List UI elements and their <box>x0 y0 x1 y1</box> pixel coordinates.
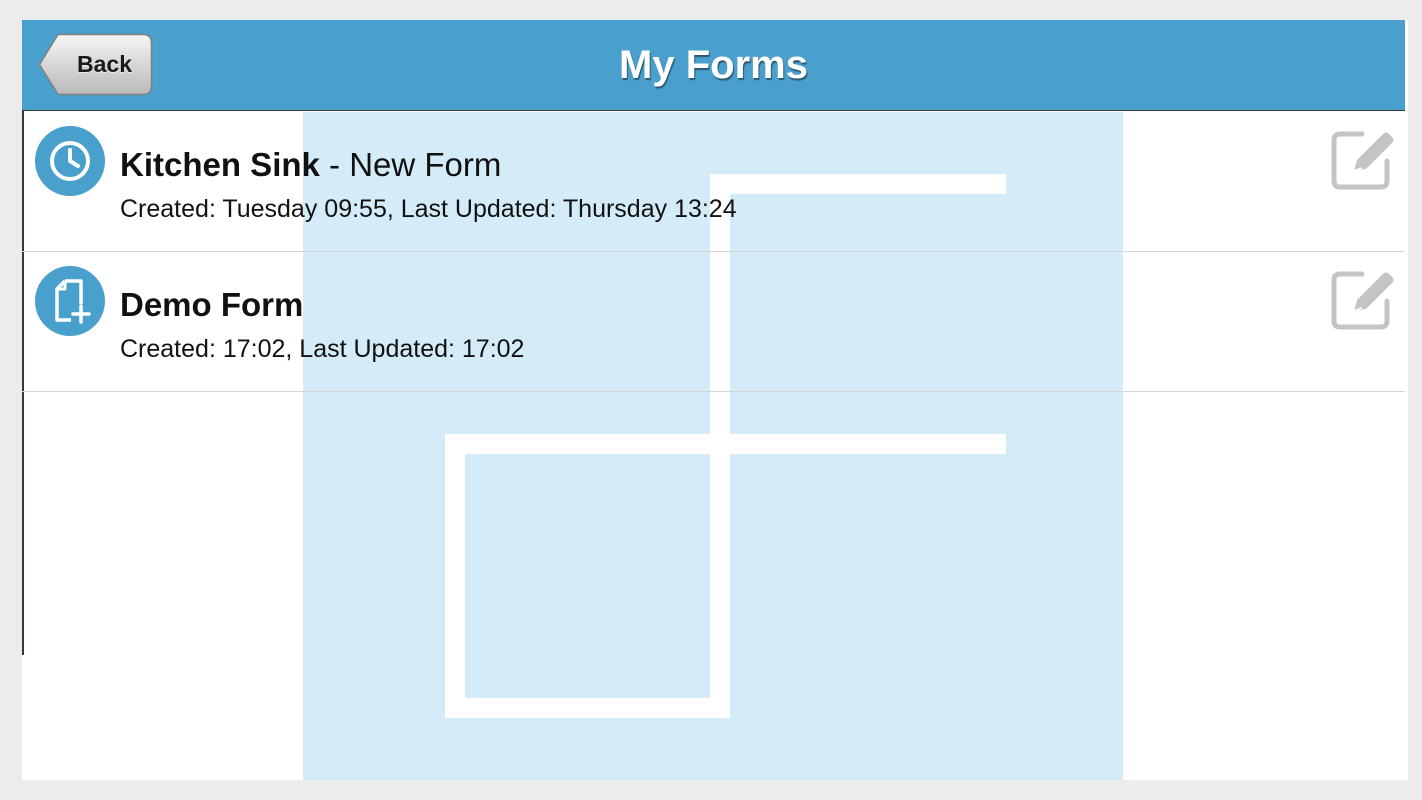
form-meta: Created: Tuesday 09:55, Last Updated: Th… <box>120 195 737 223</box>
title-separator: - <box>319 146 350 183</box>
form-name: Kitchen Sink <box>120 146 320 183</box>
new-document-icon <box>35 266 105 336</box>
form-row-demo-form[interactable]: Demo Form Created: 17:02, Last Updated: … <box>22 252 1405 392</box>
form-name: Demo Form <box>120 286 304 323</box>
form-row-kitchen-sink[interactable]: Kitchen Sink - New Form Created: Tuesday… <box>22 112 1405 252</box>
edit-icon[interactable] <box>1331 130 1395 194</box>
app-window: Back My Forms Kitchen Sink - New Form Cr… <box>22 20 1408 780</box>
form-subtitle: New Form <box>349 146 502 183</box>
page-title: My Forms <box>619 43 808 87</box>
header-bar: Back My Forms <box>22 20 1405 111</box>
form-title: Demo Form <box>120 286 303 324</box>
clock-icon <box>35 126 105 196</box>
form-meta: Created: 17:02, Last Updated: 17:02 <box>120 335 525 363</box>
edit-icon[interactable] <box>1331 270 1395 334</box>
form-title: Kitchen Sink - New Form <box>120 146 501 184</box>
form-list: Kitchen Sink - New Form Created: Tuesday… <box>22 112 1405 392</box>
